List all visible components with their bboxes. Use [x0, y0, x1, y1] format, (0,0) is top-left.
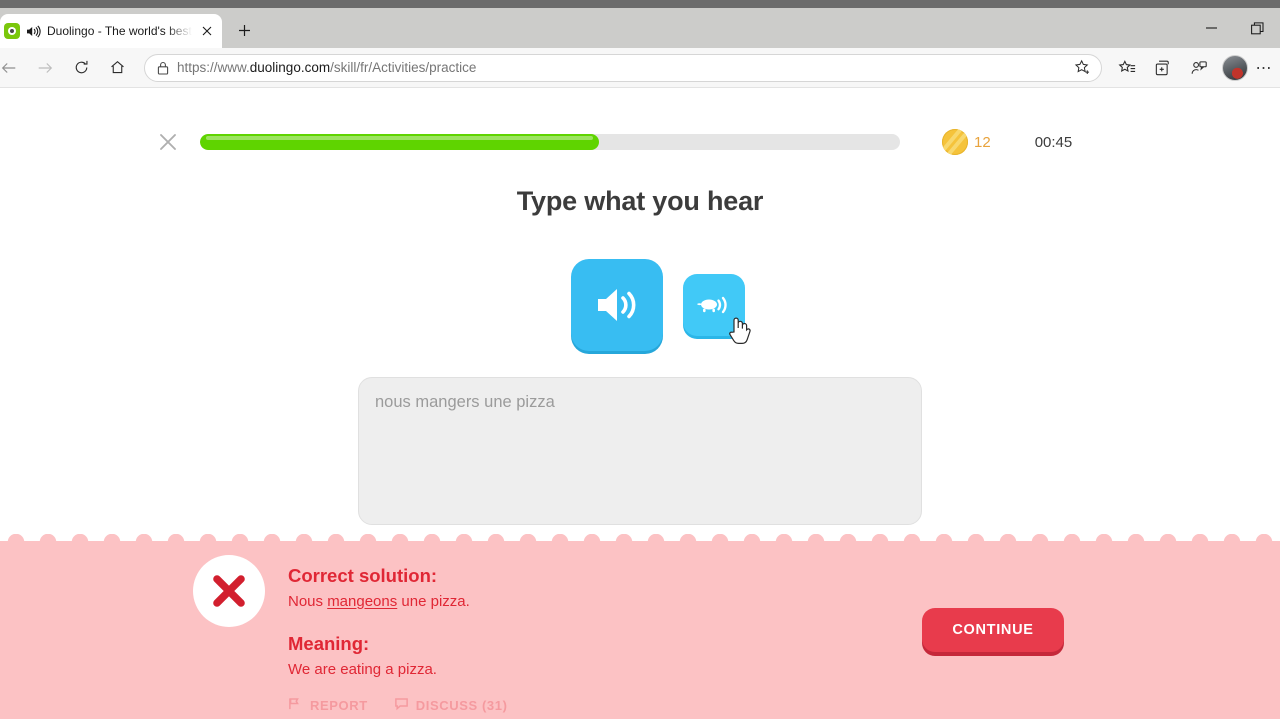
page-title: Type what you hear	[0, 186, 1280, 217]
browser-tab-title: Duolingo - The world's best	[47, 24, 192, 38]
browser-toolbar: https://www.duolingo.com/skill/fr/Activi…	[0, 48, 1280, 88]
browser-settings-more-icon[interactable]: ⋯	[1254, 53, 1274, 83]
lesson-progress-bar	[200, 134, 900, 150]
answer-input[interactable]: nous mangers une pizza	[358, 377, 922, 525]
restore-icon[interactable]	[1234, 8, 1280, 48]
continue-button[interactable]: CONTINUE	[922, 608, 1064, 652]
duolingo-lesson-page: 12 00:45 Type what you hear	[0, 88, 1280, 719]
new-tab-button[interactable]	[228, 15, 260, 45]
lingot-coin-icon	[942, 129, 968, 155]
browser-window: Duolingo - The world's best	[0, 0, 1280, 720]
feedback-panel: Correct solution: Nous mangeons une pizz…	[0, 541, 1280, 719]
speech-bubble-icon	[394, 696, 409, 714]
browser-tab-duolingo[interactable]: Duolingo - The world's best	[0, 14, 222, 48]
feedback-links: REPORT DISCUSS (31)	[288, 696, 508, 714]
share-profile-icon[interactable]	[1182, 52, 1216, 84]
url-text: https://www.duolingo.com/skill/fr/Activi…	[177, 60, 1059, 75]
star-add-icon[interactable]	[1067, 55, 1097, 81]
speaker-playing-icon[interactable]	[26, 25, 41, 38]
correct-solution-heading: Correct solution:	[288, 563, 470, 590]
home-icon[interactable]	[100, 52, 134, 84]
forward-arrow-icon[interactable]	[28, 52, 62, 84]
flag-icon	[288, 696, 303, 714]
lesson-header: 12 00:45	[0, 88, 1280, 160]
lingot-counter: 12	[942, 129, 991, 155]
discuss-label: DISCUSS (31)	[416, 698, 508, 713]
discuss-button[interactable]: DISCUSS (31)	[394, 696, 508, 714]
lesson-timer: 00:45	[1035, 134, 1073, 151]
meaning-heading: Meaning:	[288, 631, 470, 658]
report-button[interactable]: REPORT	[288, 696, 368, 714]
user-avatar[interactable]	[1222, 55, 1248, 81]
minimize-icon[interactable]	[1188, 8, 1234, 48]
favorites-star-list-icon[interactable]	[1110, 52, 1144, 84]
hand-pointer-cursor	[725, 314, 755, 348]
audio-controls	[0, 259, 1280, 351]
lingot-count: 12	[974, 134, 991, 151]
lock-icon	[157, 61, 169, 75]
close-lesson-icon[interactable]	[150, 124, 186, 160]
refresh-icon[interactable]	[64, 52, 98, 84]
play-slow-audio-button[interactable]	[683, 274, 745, 336]
close-icon[interactable]	[198, 22, 216, 40]
meaning-text: We are eating a pizza.	[288, 658, 470, 682]
duolingo-owl-favicon	[4, 23, 20, 39]
window-titlebar	[0, 0, 1280, 8]
tab-strip: Duolingo - The world's best	[0, 8, 1280, 48]
lesson-progress-fill	[200, 134, 599, 150]
window-controls	[1188, 8, 1280, 48]
back-arrow-icon[interactable]	[0, 52, 26, 84]
report-label: REPORT	[310, 698, 368, 713]
collections-add-icon[interactable]	[1146, 52, 1180, 84]
play-audio-button[interactable]	[571, 259, 663, 351]
feedback-content: Correct solution: Nous mangeons une pizz…	[0, 541, 1280, 719]
address-bar[interactable]: https://www.duolingo.com/skill/fr/Activi…	[144, 54, 1102, 82]
correct-solution-text: Nous mangeons une pizza.	[288, 590, 470, 614]
